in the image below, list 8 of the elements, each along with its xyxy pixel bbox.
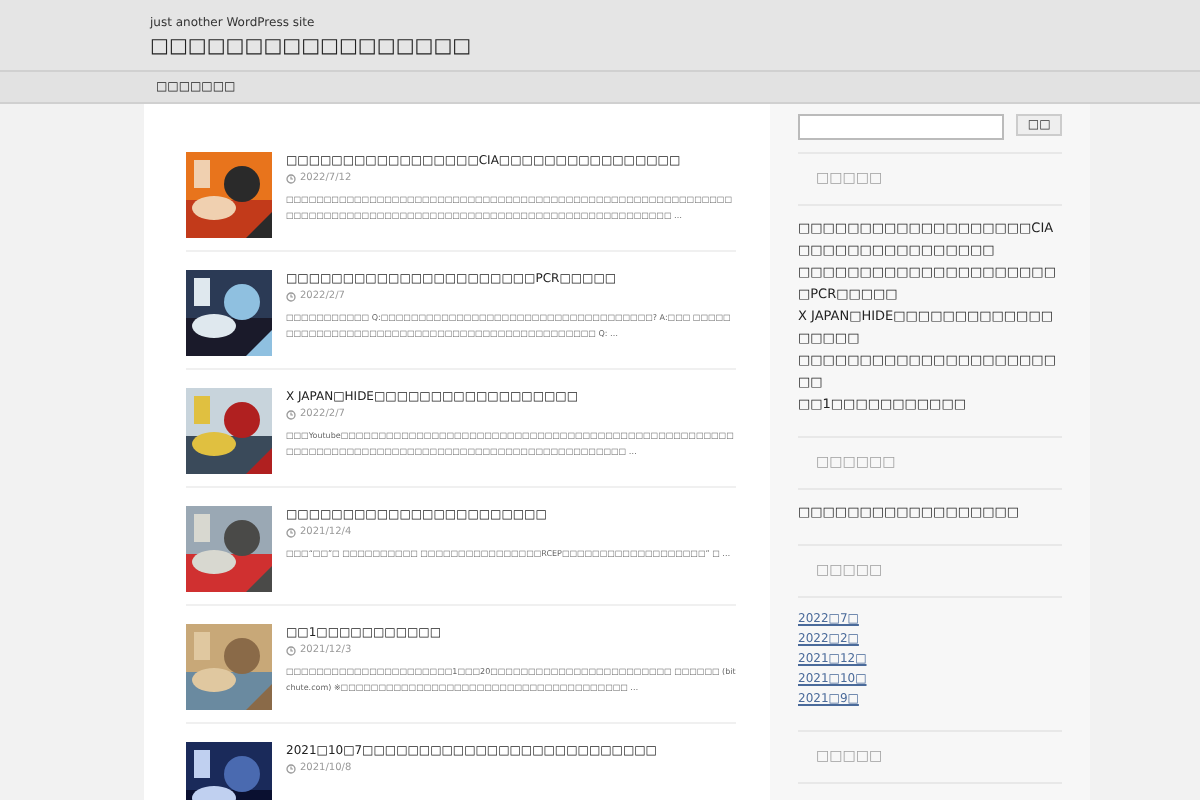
clock-icon — [286, 410, 296, 421]
clock-icon — [286, 764, 296, 775]
clock-icon — [286, 528, 296, 539]
search-field[interactable] — [798, 114, 1005, 140]
site-title[interactable]: □□□□□□□□□□□□□□□□□ — [150, 34, 1200, 62]
clock-icon — [286, 174, 296, 185]
clock-icon — [286, 646, 296, 657]
clock-icon — [286, 292, 296, 303]
